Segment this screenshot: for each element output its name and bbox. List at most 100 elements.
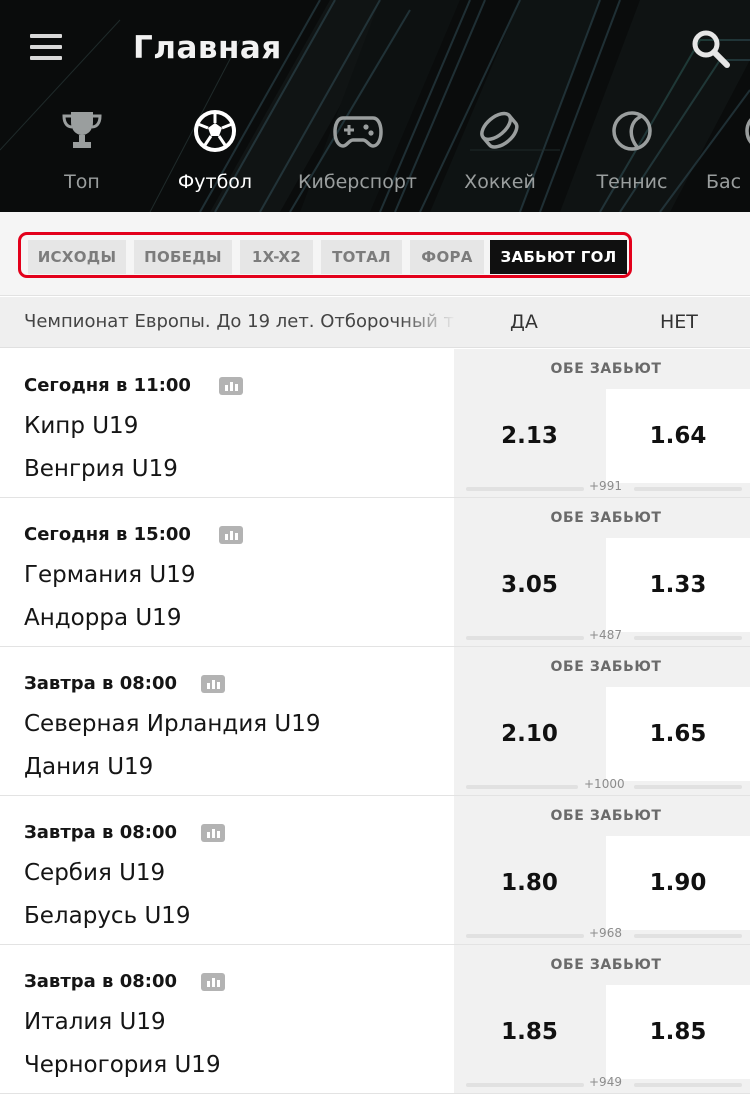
page-title: Главная <box>133 30 282 66</box>
away-team: Дания U19 <box>24 754 154 780</box>
match-row[interactable]: Сегодня в 15:00 Германия U19 Андорра U19… <box>0 498 750 647</box>
tennis-ball-icon <box>612 111 652 151</box>
filter-tabs-group: ИСХОДЫ ПОБЕДЫ 1X-X2 ТОТАЛ ФОРА ЗАБЬЮТ ГО… <box>18 232 632 278</box>
tab-outcomes[interactable]: ИСХОДЫ <box>28 240 126 274</box>
odd-yes-button[interactable]: 3.05 <box>454 538 605 632</box>
league-header: Чемпионат Европы. До 19 лет. Отборочный … <box>0 297 750 348</box>
menu-button[interactable] <box>30 32 64 62</box>
market-label: ОБЕ ЗАБЬЮТ <box>550 957 662 973</box>
odd-no-button[interactable]: 1.64 <box>606 389 750 483</box>
sport-label: Топ <box>64 171 100 193</box>
odd-no-button[interactable]: 1.33 <box>606 538 750 632</box>
market-label: ОБЕ ЗАБЬЮТ <box>550 808 662 824</box>
odds-panel: ОБЕ ЗАБЬЮТ 3.05 1.33 +487 <box>454 498 750 646</box>
app-header: Главная Топ Футбол Киберспорт Хоккей Тен… <box>0 0 750 212</box>
market-label: ОБЕ ЗАБЬЮТ <box>550 361 662 377</box>
tab-wins[interactable]: ПОБЕДЫ <box>134 240 232 274</box>
match-time: Сегодня в 11:00 <box>24 375 191 396</box>
sport-tab-basketball[interactable]: Бас <box>706 104 750 204</box>
match-row[interactable]: Завтра в 08:00 Сербия U19 Беларусь U19 О… <box>0 796 750 945</box>
tab-total[interactable]: ТОТАЛ <box>321 240 402 274</box>
stats-icon[interactable] <box>201 675 225 693</box>
odd-no-button[interactable]: 1.90 <box>606 836 750 930</box>
basketball-icon <box>745 118 750 144</box>
more-markets-line <box>634 1083 742 1087</box>
home-team: Сербия U19 <box>24 860 166 886</box>
more-markets-line <box>466 934 584 938</box>
search-icon <box>692 30 730 68</box>
odd-yes-button[interactable]: 2.13 <box>454 389 605 483</box>
sport-tab-esports[interactable]: Киберспорт <box>298 104 417 204</box>
match-time: Завтра в 08:00 <box>24 822 178 843</box>
stats-icon[interactable] <box>219 526 243 544</box>
hamburger-menu-icon-bar <box>30 56 62 60</box>
away-team: Андорра U19 <box>24 605 182 631</box>
hamburger-menu-icon-bar <box>30 45 62 49</box>
match-row[interactable]: Завтра в 08:00 Северная Ирландия U19 Дан… <box>0 647 750 796</box>
market-label: ОБЕ ЗАБЬЮТ <box>550 659 662 675</box>
league-name-fade <box>400 297 456 347</box>
odds-panel: ОБЕ ЗАБЬЮТ 2.10 1.65 +1000 <box>454 647 750 795</box>
match-row[interactable]: Завтра в 08:00 Италия U19 Черногория U19… <box>0 945 750 1094</box>
more-markets-link[interactable]: +487 <box>589 628 622 642</box>
away-team: Черногория U19 <box>24 1052 221 1078</box>
odd-no-button[interactable]: 1.65 <box>606 687 750 781</box>
search-button[interactable] <box>690 28 734 72</box>
sport-label: Футбол <box>177 171 253 193</box>
odd-yes-button[interactable]: 1.80 <box>454 836 605 930</box>
more-markets-line <box>634 785 742 789</box>
more-markets-link[interactable]: +949 <box>589 1075 622 1089</box>
odd-yes-button[interactable]: 1.85 <box>454 985 605 1079</box>
home-team: Северная Ирландия U19 <box>24 711 321 737</box>
away-team: Венгрия U19 <box>24 456 178 482</box>
more-markets-link[interactable]: +968 <box>589 926 622 940</box>
column-no-label: НЕТ <box>660 311 698 333</box>
column-yes-label: ДА <box>510 311 538 333</box>
more-markets-link[interactable]: +991 <box>589 479 622 493</box>
odd-no-button[interactable]: 1.85 <box>606 985 750 1079</box>
match-row[interactable]: Сегодня в 11:00 Кипр U19 Венгрия U19 ОБЕ… <box>0 349 750 498</box>
sport-label: Бас <box>706 171 742 193</box>
sport-tab-hockey[interactable]: Хоккей <box>455 104 545 204</box>
away-team: Беларусь U19 <box>24 903 191 929</box>
odds-panel: ОБЕ ЗАБЬЮТ 1.85 1.85 +949 <box>454 945 750 1093</box>
home-team: Кипр U19 <box>24 413 139 439</box>
more-markets-line <box>466 636 584 640</box>
market-label: ОБЕ ЗАБЬЮТ <box>550 510 662 526</box>
match-time: Завтра в 08:00 <box>24 971 178 992</box>
more-markets-line <box>634 487 742 491</box>
match-time: Сегодня в 15:00 <box>24 524 191 545</box>
more-markets-link[interactable]: +1000 <box>584 777 625 791</box>
sport-tab-football[interactable]: Футбол <box>160 104 270 204</box>
odds-panel: ОБЕ ЗАБЬЮТ 1.80 1.90 +968 <box>454 796 750 944</box>
match-time: Завтра в 08:00 <box>24 673 178 694</box>
gamepad-icon <box>332 116 383 148</box>
more-markets-line <box>466 1083 584 1087</box>
stats-icon[interactable] <box>201 824 225 842</box>
tab-handicap[interactable]: ФОРА <box>410 240 484 274</box>
tab-both-score[interactable]: ЗАБЬЮТ ГОЛ <box>490 240 627 274</box>
sport-label: Киберспорт <box>298 171 417 193</box>
tab-double-chance[interactable]: 1X-X2 <box>240 240 313 274</box>
more-markets-line <box>634 636 742 640</box>
hamburger-menu-icon <box>30 34 62 38</box>
sports-nav: Топ Футбол Киберспорт Хоккей Теннис Бас <box>0 104 750 212</box>
stats-icon[interactable] <box>201 973 225 991</box>
stats-icon[interactable] <box>219 377 243 395</box>
soccer-ball-icon <box>194 110 236 152</box>
league-name: Чемпионат Европы. До 19 лет. Отборочный … <box>24 311 454 332</box>
odd-yes-button[interactable]: 2.10 <box>454 687 605 781</box>
sport-tab-tennis[interactable]: Теннис <box>588 104 676 204</box>
bet-type-filter-bar: ИСХОДЫ ПОБЕДЫ 1X-X2 ТОТАЛ ФОРА ЗАБЬЮТ ГО… <box>0 212 750 296</box>
home-team: Германия U19 <box>24 562 196 588</box>
sport-label: Хоккей <box>464 171 536 193</box>
odds-panel: ОБЕ ЗАБЬЮТ 2.13 1.64 +991 <box>454 349 750 497</box>
sport-label: Теннис <box>596 171 668 193</box>
hockey-puck-icon <box>480 111 519 149</box>
home-team: Италия U19 <box>24 1009 166 1035</box>
trophy-icon <box>62 112 102 148</box>
sport-tab-top[interactable]: Топ <box>42 104 122 204</box>
more-markets-line <box>466 487 584 491</box>
more-markets-line <box>634 934 742 938</box>
more-markets-line <box>466 785 578 789</box>
